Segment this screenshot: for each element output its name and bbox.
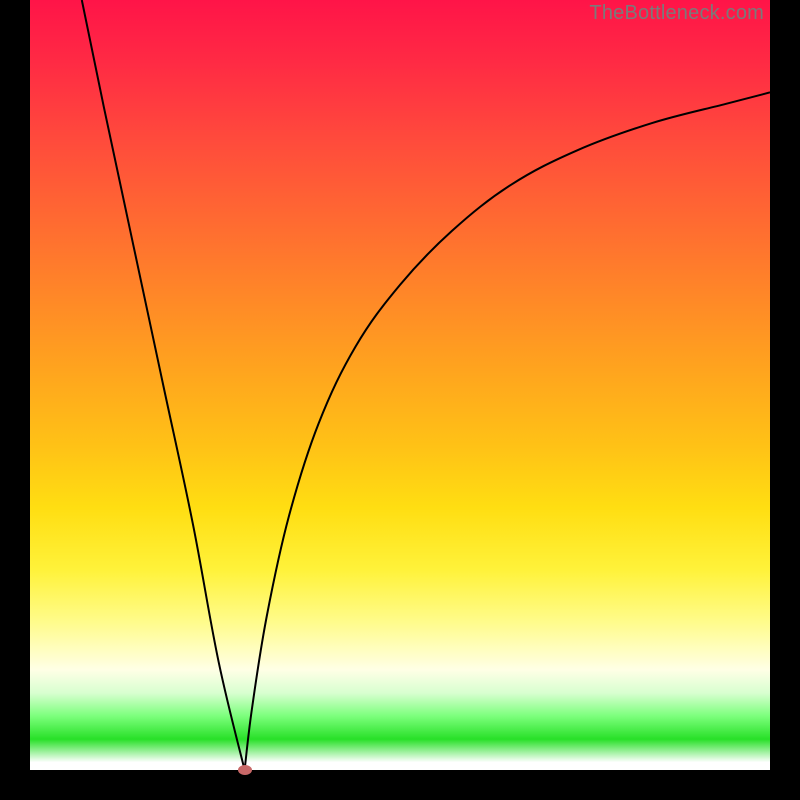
plot-area: TheBottleneck.com — [30, 0, 770, 770]
right-branch-path — [245, 92, 770, 770]
left-branch-path — [82, 0, 245, 770]
curve-lines — [30, 0, 770, 770]
chart-frame: TheBottleneck.com — [0, 0, 800, 800]
